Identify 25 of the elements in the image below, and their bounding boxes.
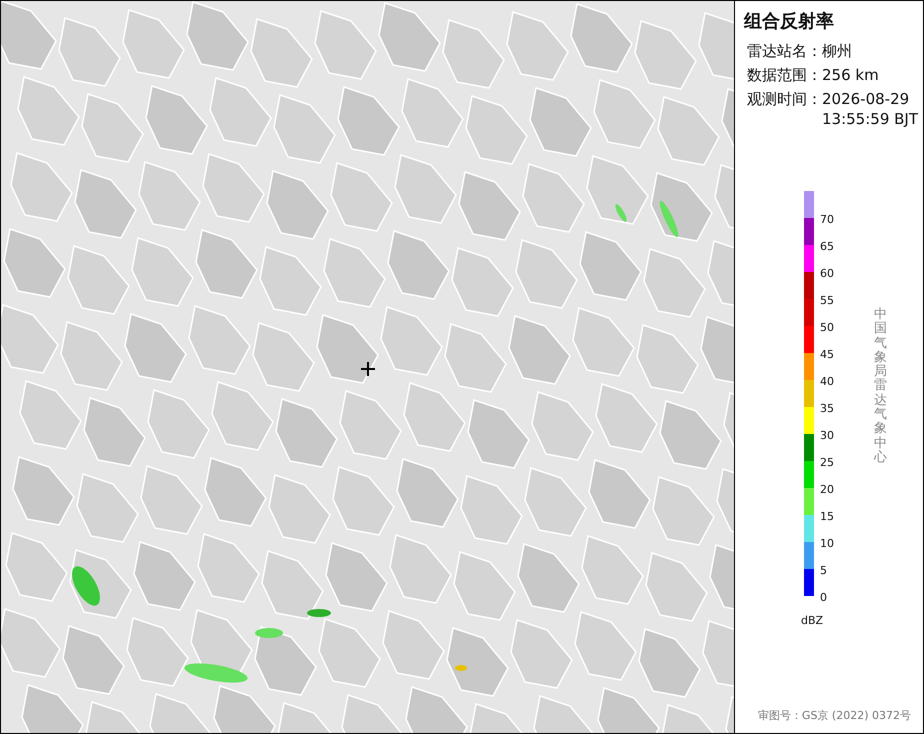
- legend-tick-label: 20: [820, 483, 834, 496]
- map-title: 组合反射率: [744, 10, 835, 33]
- legend-tick-label: 35: [820, 402, 834, 415]
- info-value: 2026-08-29 13:55:59 BJT: [822, 89, 920, 129]
- approval-number: 审图号：GS京 (2022) 0372号: [758, 708, 911, 723]
- legend-tick-label: 50: [820, 321, 834, 334]
- legend-tick-label: 10: [820, 537, 834, 550]
- info-label: 雷达站名：: [747, 41, 822, 61]
- legend-tick-label: 45: [820, 348, 834, 361]
- legend-tick-label: 40: [820, 375, 834, 388]
- info-label: 数据范围：: [747, 65, 822, 85]
- legend-tick-label: 65: [820, 240, 834, 253]
- info-value: 256 km: [822, 65, 880, 85]
- legend-tick-label: 15: [820, 510, 834, 523]
- info-value: 柳州: [822, 41, 853, 61]
- legend-tick-label: 5: [820, 564, 827, 577]
- legend-tick-label: 30: [820, 429, 834, 442]
- legend-tick-label: 55: [820, 294, 834, 307]
- info-label: 观测时间：: [747, 89, 822, 110]
- credit-text: 中国气象局雷达气象中心: [874, 308, 887, 467]
- legend-tick-label: 70: [820, 213, 834, 226]
- legend-tick-label: 60: [820, 267, 834, 280]
- legend-tick-label: 0: [820, 591, 827, 604]
- legend-tick-label: 25: [820, 456, 834, 469]
- legend-unit: dBZ: [801, 614, 824, 627]
